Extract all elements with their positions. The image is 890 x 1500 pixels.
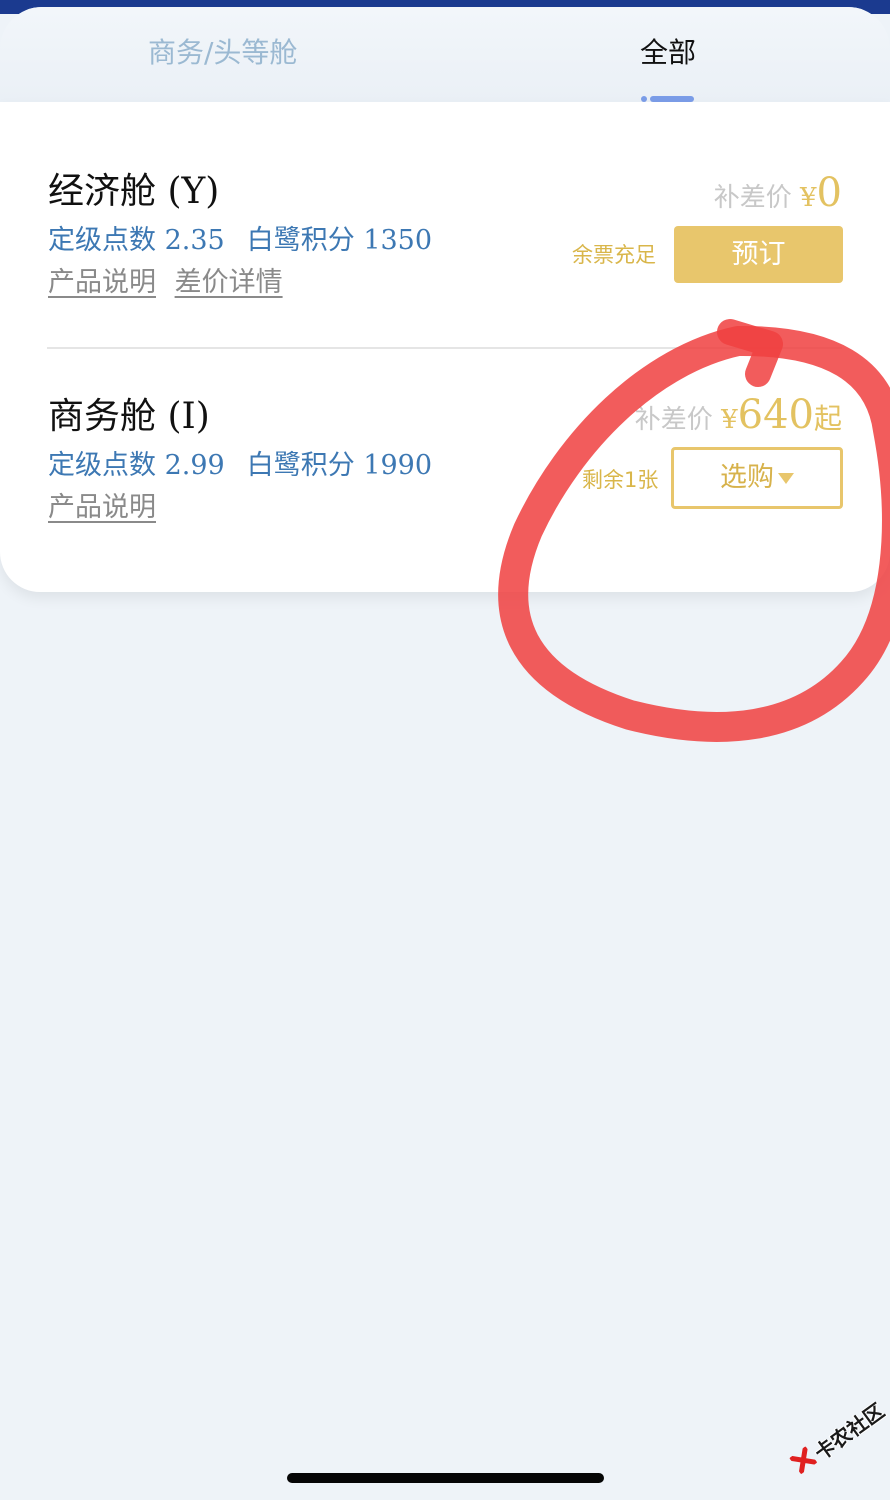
select-button[interactable]: 选购 xyxy=(671,447,843,509)
cabin-title: 商务舱 (I) xyxy=(48,395,210,439)
price-difference: 补差价 ¥0 xyxy=(714,170,842,216)
points-label: 白鹭积分 xyxy=(246,450,355,481)
cabin-option-business: 商务舱 (I) 定级点数 2.99 白鹭积分 1990 产品说明 补差价 ¥640… xyxy=(0,348,890,592)
currency-symbol: ¥ xyxy=(800,183,817,213)
points-label: 白鹭积分 xyxy=(246,225,355,256)
price-difference: 补差价 ¥640起 xyxy=(635,392,842,438)
points-value: 1990 xyxy=(363,450,433,481)
product-info-link[interactable]: 产品说明 xyxy=(48,267,156,298)
points-value: 1350 xyxy=(363,225,433,256)
grade-value: 2.99 xyxy=(164,450,225,481)
cabin-option-economy: 经济舱 (Y) 定级点数 2.35 白鹭积分 1350 产品说明 差价详情 补差价… xyxy=(0,102,890,348)
cabin-list-card: 经济舱 (Y) 定级点数 2.35 白鹭积分 1350 产品说明 差价详情 补差价… xyxy=(0,102,890,592)
cabin-links: 产品说明 xyxy=(48,491,166,525)
stock-status: 余票充足 xyxy=(572,243,656,267)
cabin-name: 商务舱 xyxy=(48,396,157,437)
grade-label: 定级点数 xyxy=(48,450,156,481)
price-prefix: 补差价 xyxy=(713,183,792,213)
product-info-link[interactable]: 产品说明 xyxy=(48,492,156,523)
cabin-name: 经济舱 xyxy=(48,171,157,212)
price-amount: ¥0 xyxy=(800,170,842,216)
phone-screen: 商务/头等舱 全部 经济舱 (Y) 定级点数 2.35 白鹭积分 1350 产品说… xyxy=(0,0,890,1500)
price-value: 640 xyxy=(737,392,814,438)
cabin-title: 经济舱 (Y) xyxy=(48,170,219,214)
price-suffix: 起 xyxy=(813,402,842,435)
caret-down-icon xyxy=(778,473,794,484)
cabin-info: 定级点数 2.35 白鹭积分 1350 xyxy=(48,224,432,258)
price-value: 0 xyxy=(816,170,842,216)
cabin-info: 定级点数 2.99 白鹭积分 1990 xyxy=(48,449,432,483)
cabin-links: 产品说明 差价详情 xyxy=(48,266,293,300)
price-amount: ¥640起 xyxy=(721,392,842,438)
tab-all[interactable]: 全部 xyxy=(640,35,696,71)
cabin-selection-sheet: 商务/头等舱 全部 经济舱 (Y) 定级点数 2.35 白鹭积分 1350 产品说… xyxy=(0,7,890,1500)
cabin-code: (Y) xyxy=(167,171,220,212)
stock-status: 剩余1张 xyxy=(582,468,659,492)
book-button[interactable]: 预订 xyxy=(674,226,843,283)
grade-value: 2.35 xyxy=(164,225,225,256)
cabin-code: (I) xyxy=(167,396,210,437)
cabin-tabs: 商务/头等舱 全部 xyxy=(0,7,890,103)
grade-label: 定级点数 xyxy=(48,225,156,256)
tab-business-first[interactable]: 商务/头等舱 xyxy=(148,35,297,71)
price-prefix: 补差价 xyxy=(634,405,713,435)
select-button-label: 选购 xyxy=(720,462,774,493)
price-diff-details-link[interactable]: 差价详情 xyxy=(175,267,283,298)
home-indicator xyxy=(287,1473,604,1483)
currency-symbol: ¥ xyxy=(721,405,738,435)
